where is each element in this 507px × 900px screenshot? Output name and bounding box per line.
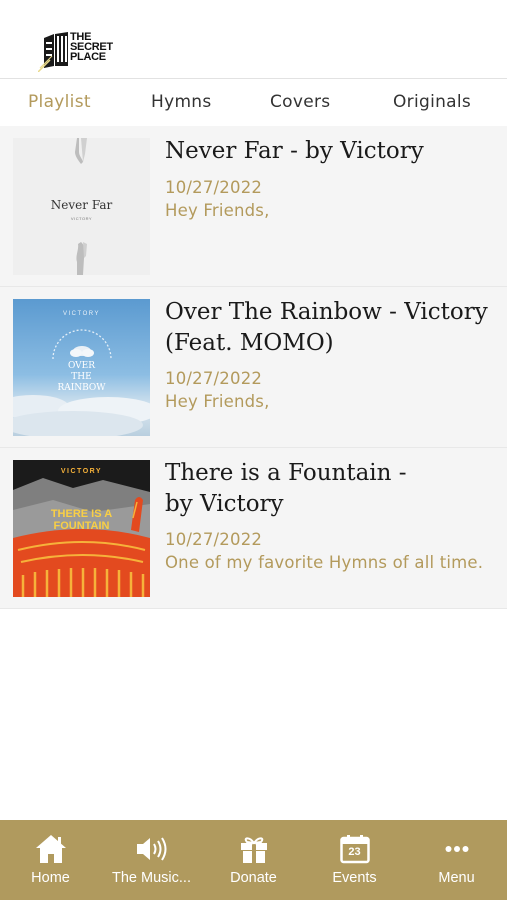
post-excerpt: Hey Friends,: [165, 392, 270, 411]
nav-label: The Music...: [112, 870, 191, 886]
nav-menu[interactable]: Menu: [406, 820, 507, 900]
calendar-icon: 23: [304, 832, 405, 866]
artwork-title-line-2: FOUNTAIN: [53, 520, 110, 532]
list-item[interactable]: VICTORY OVER THE RAINBOW Over The Rainbo…: [0, 287, 507, 448]
logo-building-icon: [38, 32, 68, 72]
calendar-day: 23: [348, 846, 361, 858]
artwork-title-line-2: THE: [71, 372, 92, 382]
bottom-nav: Home The Music... Donate 23 Events Menu: [0, 820, 507, 900]
list-item[interactable]: VICTORY THERE IS A FOUNTAIN There is a F…: [0, 448, 507, 609]
artwork-title-line-1: OVER: [67, 361, 96, 371]
post-title: Over The Rainbow - Victory (Feat. MOMO): [165, 299, 488, 356]
post-date: 10/27/2022: [165, 369, 263, 388]
post-list: Never Far VICTORY Never Far - by Victory…: [0, 126, 507, 609]
artwork-artist: VICTORY: [60, 468, 103, 475]
post-excerpt: Hey Friends,: [165, 201, 270, 220]
post-excerpt: One of my favorite Hymns of all time.: [165, 553, 484, 572]
artwork-artist: VICTORY: [70, 216, 93, 221]
post-title: Never Far - by Victory: [165, 138, 424, 164]
nav-label: Events: [332, 870, 377, 886]
more-icon: [406, 832, 507, 866]
artwork-title-line-1: THERE IS A: [50, 508, 113, 520]
logo-wordmark: THE SECRET PLACE: [70, 31, 113, 63]
gift-icon: [203, 832, 304, 866]
artwork-title-line-3: RAINBOW: [57, 383, 106, 393]
nav-home[interactable]: Home: [0, 820, 101, 900]
post-thumbnail: VICTORY OVER THE RAINBOW: [13, 299, 150, 436]
nav-the-music[interactable]: The Music...: [101, 820, 202, 900]
nav-label: Home: [31, 870, 70, 886]
post-thumbnail: VICTORY THERE IS A FOUNTAIN: [13, 460, 150, 597]
the-secret-place-logo[interactable]: THE SECRET PLACE: [38, 28, 118, 74]
home-icon: [0, 832, 101, 866]
tab-originals[interactable]: Originals: [393, 92, 471, 112]
tab-covers[interactable]: Covers: [270, 92, 330, 112]
tab-hymns[interactable]: Hymns: [151, 92, 212, 112]
nav-donate[interactable]: Donate: [203, 820, 304, 900]
app-header: THE SECRET PLACE: [0, 0, 507, 79]
artwork-artist: VICTORY: [63, 311, 100, 317]
tab-playlist[interactable]: Playlist: [28, 92, 91, 112]
category-tabs: Playlist Hymns Covers Originals: [0, 80, 507, 126]
post-title: There is a Fountain - by Victory: [165, 460, 407, 517]
post-date: 10/27/2022: [165, 178, 263, 197]
nav-label: Donate: [230, 870, 277, 886]
post-date: 10/27/2022: [165, 530, 263, 549]
artwork-title: Never Far: [50, 198, 113, 212]
speaker-icon: [101, 832, 202, 866]
nav-events[interactable]: 23 Events: [304, 820, 405, 900]
list-item[interactable]: Never Far VICTORY Never Far - by Victory…: [0, 126, 507, 287]
post-thumbnail: Never Far VICTORY: [13, 138, 150, 275]
nav-label: Menu: [438, 870, 475, 886]
